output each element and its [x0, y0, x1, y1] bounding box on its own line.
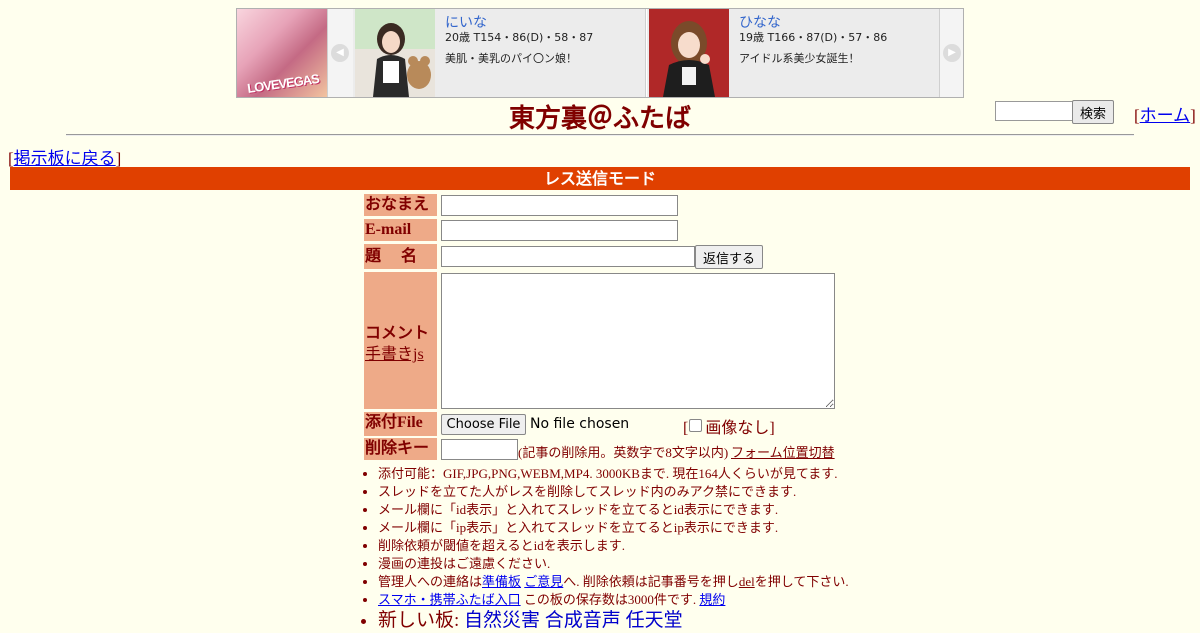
form-position-toggle-link[interactable]: フォーム位置切替: [731, 442, 835, 461]
prep-board-link[interactable]: 準備板: [482, 574, 521, 589]
mobile-entrance-link[interactable]: スマホ・携帯ふたば入口: [378, 592, 521, 607]
rules-list: 添付可能：GIF,JPG,PNG,WEBM,MP4. 3000KBまで. 現在1…: [360, 465, 849, 633]
home-link[interactable]: ホーム: [1140, 106, 1191, 125]
text: へ. 削除依頼は記事番号を押し: [563, 574, 739, 589]
profile-photo-1: [355, 9, 435, 97]
new-board-link[interactable]: 任天堂: [626, 610, 683, 631]
back-to-board-link[interactable]: 掲示板に戻る: [14, 149, 116, 168]
file-status: No file chosen: [530, 416, 630, 432]
new-board-link[interactable]: 合成音声: [545, 610, 621, 631]
banner-prev-button[interactable]: ◀: [327, 9, 354, 97]
list-item: 管理人への連絡は準備板 ご意見へ. 削除依頼は記事番号を押しdelを押して下さい…: [378, 573, 849, 591]
name-field[interactable]: [441, 195, 678, 216]
new-board-link[interactable]: 自然災害: [464, 610, 540, 631]
card-stats: 19歳 T166・87(D)・57・86: [739, 31, 888, 44]
text: この板の保存数は3000件です.: [520, 592, 700, 607]
no-image-option: [ 画像なし]: [683, 414, 775, 438]
list-item: スレッドを立てた人がレスを削除してスレッド内のみアク禁にできます.: [378, 483, 849, 501]
profile-photo-2: [649, 9, 729, 97]
subject-label: 題 名: [364, 244, 437, 269]
search-input[interactable]: [995, 101, 1075, 121]
list-item: 新しい板: 自然災害 合成音声 任天堂: [378, 609, 849, 633]
email-label: E-mail: [364, 219, 437, 241]
feedback-link[interactable]: ご意見: [524, 574, 563, 589]
name-label: おなまえ: [364, 194, 437, 216]
handwrite-link[interactable]: 手書きjs: [365, 340, 424, 364]
reply-mode-bar: レス送信モード: [10, 167, 1190, 190]
text: を押して下さい.: [754, 574, 849, 589]
banner-logo[interactable]: LOVEVEGAS: [237, 9, 327, 97]
chevron-right-icon: ▶: [943, 44, 961, 62]
bracket-open: [: [683, 420, 689, 437]
bracket-close: ]: [1190, 106, 1196, 125]
list-item: スマホ・携帯ふたば入口 この板の保存数は3000件です. 規約: [378, 591, 849, 609]
banner-logo-text: LOVEVEGAS: [246, 71, 320, 96]
back-nav: [掲示板に戻る]: [8, 144, 121, 169]
banner-card-2[interactable]: ひなな 19歳 T166・87(D)・57・86 アイドル系美少女誕生！: [647, 9, 940, 97]
card-description: アイドル系美少女誕生！: [739, 52, 860, 65]
ad-banner[interactable]: LOVEVEGAS ◀ にいな 20歳 T154・86(D)・58・87 美肌・…: [236, 8, 964, 98]
home-nav: [ホーム]: [1134, 101, 1196, 126]
bracket-close: ]: [769, 420, 775, 437]
list-item: メール欄に「ip表示」と入れてスレッドを立てるとip表示にできます.: [378, 519, 849, 537]
banner-card-1[interactable]: にいな 20歳 T154・86(D)・58・87 美肌・美乳のパイ〇ン娘！: [353, 9, 646, 97]
text: 新しい板:: [378, 610, 465, 631]
del-link[interactable]: del: [739, 574, 755, 589]
comment-textarea[interactable]: [441, 273, 835, 409]
choose-file-button[interactable]: Choose File: [441, 414, 526, 435]
text: 管理人への連絡は: [378, 574, 483, 589]
terms-link[interactable]: 規約: [699, 592, 725, 607]
list-item: 漫画の連投はご遠慮ください.: [378, 555, 849, 573]
list-item: 削除依頼が閾値を超えるとidを表示します.: [378, 537, 849, 555]
delete-key-field[interactable]: [441, 439, 518, 460]
comment-label-cell: コメント 手書きjs: [364, 272, 437, 409]
list-item: メール欄に「id表示」と入れてスレッドを立てるとid表示にできます.: [378, 501, 849, 519]
card-stats: 20歳 T154・86(D)・58・87: [445, 31, 594, 44]
no-image-label: 画像なし: [705, 420, 770, 437]
bracket-close: ]: [115, 149, 122, 168]
card-description: 美肌・美乳のパイ〇ン娘！: [445, 52, 577, 65]
divider: [66, 134, 1134, 136]
search-button[interactable]: 検索: [1072, 100, 1114, 124]
email-field[interactable]: [441, 220, 678, 241]
subject-field[interactable]: [441, 246, 695, 267]
delete-key-note: (記事の削除用。英数字で8文字以内): [518, 445, 729, 460]
list-item: 添付可能：GIF,JPG,PNG,WEBM,MP4. 3000KBまで. 現在1…: [378, 465, 849, 483]
no-image-checkbox[interactable]: [689, 419, 703, 432]
file-label: 添付File: [364, 412, 437, 436]
banner-next-button[interactable]: ▶: [939, 9, 963, 97]
delete-key-label: 削除キー: [364, 438, 437, 460]
chevron-left-icon: ◀: [331, 44, 349, 62]
reply-submit-button[interactable]: 返信する: [695, 245, 763, 269]
